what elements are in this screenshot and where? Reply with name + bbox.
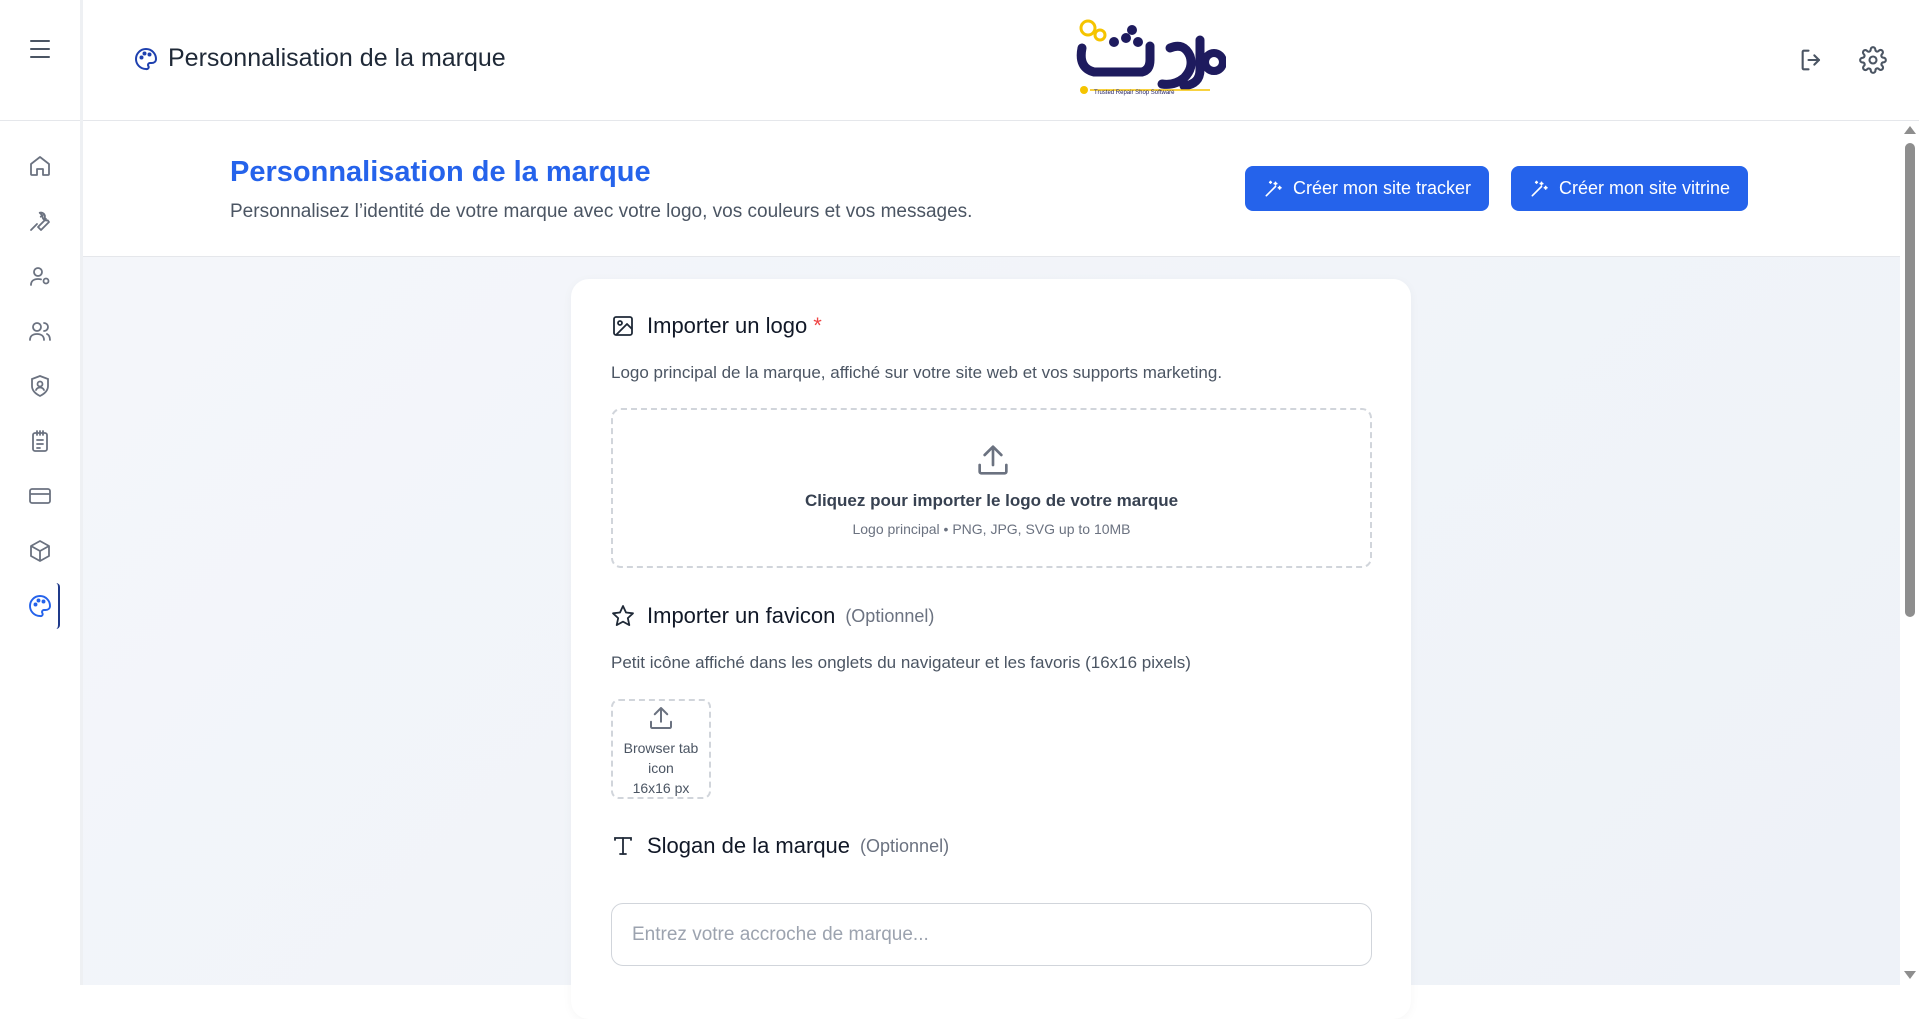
gear-icon[interactable]: [1859, 46, 1887, 74]
magic-wand-icon: [1265, 180, 1282, 196]
favicon-box-line1: Browser tab: [623, 740, 699, 756]
logo-upload-dropzone[interactable]: Cliquez pour importer le logo de votre m…: [611, 408, 1372, 568]
favicon-section-title: Importer un favicon: [647, 603, 836, 628]
favicon-optional-tag: (Optionnel): [845, 605, 935, 626]
magic-wand-icon: [1531, 180, 1548, 196]
slogan-section-heading: Slogan de la marque (Optionnel): [611, 833, 949, 859]
main-content: Importer un logo * Logo principal de la …: [83, 257, 1900, 1019]
branding-form-card: Importer un logo * Logo principal de la …: [571, 279, 1411, 1019]
page-scrollbar[interactable]: [1900, 121, 1919, 985]
user-settings-icon: [30, 267, 50, 286]
top-header: Personnalisation de la marque Trusted Re…: [0, 0, 1919, 121]
palette-icon: [29, 595, 51, 618]
slogan-input[interactable]: [611, 903, 1372, 966]
sidebar-item-user-settings[interactable]: [26, 262, 54, 290]
favicon-upload-box[interactable]: Browser tab icon 16x16 px: [611, 699, 711, 799]
shield-user-icon: [31, 375, 49, 398]
page-subtitle: Personnalisez l’identité de votre marque…: [230, 201, 973, 222]
star-icon: [612, 605, 634, 626]
sidebar-item-repairs[interactable]: [26, 207, 54, 235]
image-icon: [613, 316, 633, 336]
favicon-box-line3: 16x16 px: [632, 780, 690, 796]
brand-logo-graphic: Trusted Repair Shop Software: [1076, 19, 1227, 96]
text-type-icon: [614, 837, 632, 855]
create-tracker-site-button[interactable]: Créer mon site tracker: [1245, 166, 1490, 211]
sidebar-item-tasks[interactable]: [26, 427, 54, 455]
hamburger-menu-icon[interactable]: [26, 37, 54, 61]
sidebar-item-branding[interactable]: [26, 592, 54, 620]
sidebar-item-inventory[interactable]: [26, 537, 54, 565]
slogan-optional-tag: (Optionnel): [860, 835, 950, 856]
sidebar: [0, 121, 80, 985]
logo-section-description: Logo principal de la marque, affiché sur…: [611, 363, 1223, 382]
sidebar-item-customers[interactable]: [26, 317, 54, 345]
brand-logo: Trusted Repair Shop Software: [1074, 18, 1227, 100]
create-tracker-site-label: Créer mon site tracker: [1293, 178, 1472, 198]
svg-text:Trusted Repair Shop Software: Trusted Repair Shop Software: [1094, 90, 1175, 96]
users-icon: [29, 322, 51, 341]
page-header: Personnalisation de la marque Personnali…: [83, 122, 1900, 257]
sidebar-item-home[interactable]: [26, 152, 54, 180]
header-title-text: Personnalisation de la marque: [168, 44, 506, 72]
favicon-section-heading: Importer un favicon (Optionnel): [611, 603, 934, 629]
header-title: Personnalisation de la marque: [134, 44, 506, 73]
logo-dropzone-title: Cliquez pour importer le logo de votre m…: [804, 491, 1179, 510]
logo-dropzone-hint: Logo principal • PNG, JPG, SVG up to 10M…: [852, 521, 1131, 537]
create-showcase-site-label: Créer mon site vitrine: [1559, 178, 1731, 198]
logo-section-title: Importer un logo: [647, 313, 808, 338]
home-icon: [30, 156, 50, 176]
scrollbar-thumb[interactable]: [1905, 143, 1915, 617]
sidebar-active-indicator: [56, 583, 60, 629]
favicon-section-description: Petit icône affiché dans les onglets du …: [611, 653, 1191, 672]
palette-icon: [135, 47, 157, 70]
box-icon: [30, 540, 50, 562]
scroll-up-arrow[interactable]: [1904, 126, 1916, 134]
create-showcase-site-button[interactable]: Créer mon site vitrine: [1511, 166, 1749, 211]
clipboard-icon: [32, 430, 48, 452]
slogan-section-title: Slogan de la marque: [647, 833, 851, 858]
logout-icon[interactable]: [1798, 46, 1826, 74]
logo-section-heading: Importer un logo *: [611, 313, 822, 339]
credit-card-icon: [29, 488, 51, 504]
scroll-down-arrow[interactable]: [1904, 971, 1916, 979]
upload-icon: [650, 707, 672, 729]
required-asterisk: *: [813, 313, 822, 338]
sidebar-item-billing[interactable]: [26, 482, 54, 510]
favicon-box-line2: icon: [648, 760, 674, 776]
page-title: Personnalisation de la marque: [230, 156, 651, 188]
wrench-icon: [30, 211, 50, 231]
sidebar-item-security[interactable]: [26, 372, 54, 400]
upload-icon: [978, 445, 1008, 475]
